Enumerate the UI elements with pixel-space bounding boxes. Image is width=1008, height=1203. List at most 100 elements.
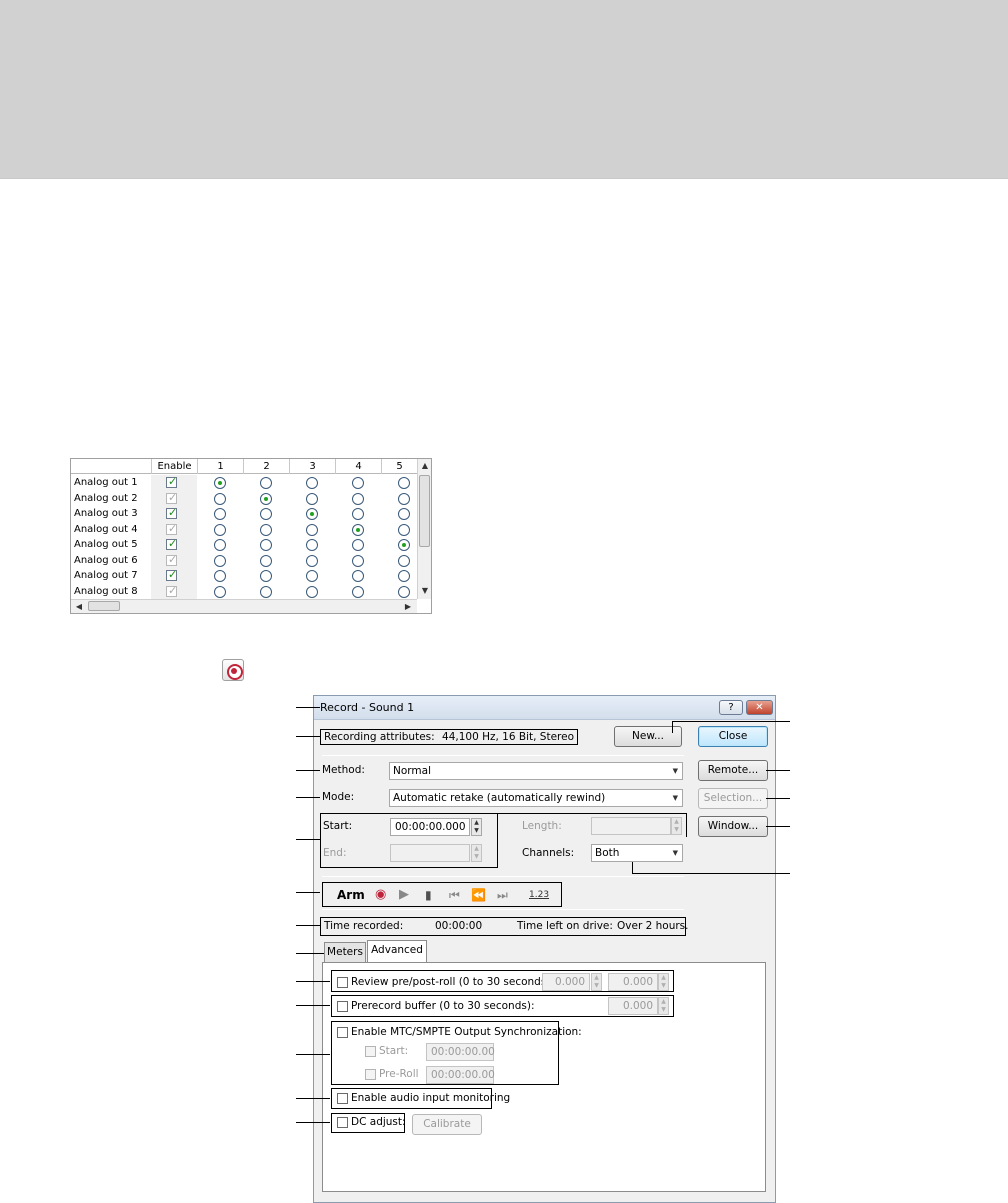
channel-radio[interactable] — [398, 554, 410, 567]
channel-radio[interactable] — [306, 570, 318, 582]
grid-horizontal-scrollbar[interactable]: ◀ ▶ — [71, 599, 417, 613]
channel-radio[interactable] — [306, 585, 318, 598]
channel-radio[interactable] — [260, 477, 272, 489]
window-button[interactable]: Window... — [698, 816, 768, 837]
channel-radio[interactable] — [214, 477, 226, 489]
enable-checkbox[interactable] — [166, 506, 177, 519]
channel-radio[interactable] — [398, 492, 410, 505]
record-button-icon[interactable]: ◉ — [375, 887, 386, 903]
scroll-up-icon[interactable]: ▲ — [418, 459, 431, 473]
channel-radio[interactable] — [398, 477, 410, 489]
prerecord-spinner[interactable]: ▲ ▼ — [658, 997, 669, 1015]
prerecord-checkbox[interactable] — [337, 1001, 348, 1012]
channel-radio[interactable] — [260, 554, 272, 567]
selection-button[interactable]: Selection... — [698, 788, 768, 809]
channel-radio[interactable] — [306, 554, 318, 567]
end-spinner[interactable]: ▲ ▼ — [471, 844, 482, 862]
review-post-spinner[interactable]: ▲ ▼ — [658, 973, 669, 991]
record-icon[interactable] — [222, 659, 244, 681]
start-spinner[interactable]: ▲ ▼ — [471, 818, 482, 836]
enable-checkbox[interactable] — [166, 568, 177, 581]
channel-radio[interactable] — [306, 523, 318, 536]
method-dropdown[interactable]: Normal ▼ — [389, 762, 683, 780]
vertical-scroll-thumb[interactable] — [419, 475, 430, 547]
channel-radio[interactable] — [398, 508, 410, 520]
start-time-input[interactable]: 00:00:00.000 — [390, 818, 470, 836]
channel-radio[interactable] — [260, 570, 272, 582]
horizontal-scroll-thumb[interactable] — [88, 601, 120, 611]
channel-radio[interactable] — [398, 523, 410, 536]
time-format-button[interactable]: 1.23 — [529, 887, 549, 903]
enable-checkbox[interactable] — [166, 584, 177, 597]
go-to-start-icon[interactable]: ⏮ — [449, 887, 460, 903]
rewind-icon[interactable]: ⏪ — [471, 887, 486, 903]
channel-radio[interactable] — [214, 570, 226, 582]
go-to-end-icon[interactable]: ⏭ — [497, 887, 508, 903]
enable-checkbox[interactable] — [166, 522, 177, 535]
tab-meters[interactable]: Meters — [324, 942, 366, 962]
channels-dropdown[interactable]: Both ▼ — [591, 844, 683, 862]
mtc-checkbox[interactable] — [337, 1027, 348, 1038]
mtc-preroll-input[interactable]: 00:00:00.00 — [426, 1066, 495, 1084]
channel-radio[interactable] — [352, 570, 364, 582]
enable-checkbox[interactable] — [166, 537, 177, 550]
mtc-preroll-checkbox[interactable] — [365, 1069, 376, 1080]
mtc-start-checkbox[interactable] — [365, 1046, 376, 1057]
enable-checkbox[interactable] — [166, 553, 177, 566]
scroll-left-icon[interactable]: ◀ — [72, 600, 86, 613]
channel-radio[interactable] — [398, 539, 410, 551]
grid-vertical-scrollbar[interactable]: ▲ ▼ — [417, 459, 431, 599]
mtc-start-input[interactable]: 00:00:00.00 — [426, 1043, 495, 1061]
calibrate-button[interactable]: Calibrate — [412, 1114, 482, 1135]
channel-radio[interactable] — [306, 477, 318, 489]
length-spinner[interactable]: ▲ ▼ — [671, 817, 682, 835]
scroll-down-icon[interactable]: ▼ — [418, 584, 431, 598]
dc-adjust-checkbox[interactable] — [337, 1117, 348, 1128]
end-time-input[interactable] — [390, 844, 470, 862]
channel-radio[interactable] — [214, 523, 226, 536]
channel-radio[interactable] — [260, 585, 272, 598]
channel-radio[interactable] — [306, 508, 318, 520]
callout-line — [296, 1098, 330, 1099]
help-button[interactable]: ? — [719, 700, 743, 715]
channel-radio[interactable] — [260, 523, 272, 536]
enable-checkbox[interactable] — [166, 491, 177, 504]
marker-icon[interactable]: ▮ — [425, 887, 432, 903]
channel-radio[interactable] — [214, 492, 226, 505]
length-input[interactable] — [591, 817, 671, 835]
channel-radio[interactable] — [214, 554, 226, 567]
channel-radio[interactable] — [398, 570, 410, 582]
play-icon[interactable]: ▶ — [399, 887, 409, 903]
mode-dropdown[interactable]: Automatic retake (automatically rewind) … — [389, 789, 683, 807]
arm-button[interactable]: Arm — [337, 887, 365, 903]
review-pre-spinner[interactable]: ▲ ▼ — [591, 973, 602, 991]
channel-radio[interactable] — [214, 539, 226, 551]
channel-radio[interactable] — [352, 554, 364, 567]
close-button[interactable]: Close — [698, 726, 768, 747]
callout-line — [672, 721, 673, 733]
channel-radio[interactable] — [352, 585, 364, 598]
channel-radio[interactable] — [352, 492, 364, 505]
channel-radio[interactable] — [352, 508, 364, 520]
remote-button[interactable]: Remote... — [698, 760, 768, 781]
title-close-button[interactable]: ✕ — [746, 700, 773, 715]
review-pre-input[interactable]: 0.000 — [542, 973, 590, 991]
review-post-input[interactable]: 0.000 — [608, 973, 658, 991]
channel-radio[interactable] — [352, 523, 364, 536]
monitoring-checkbox[interactable] — [337, 1093, 348, 1104]
scroll-right-icon[interactable]: ▶ — [401, 600, 415, 613]
prerecord-input[interactable]: 0.000 — [608, 997, 658, 1015]
channel-radio[interactable] — [214, 585, 226, 598]
channel-radio[interactable] — [306, 492, 318, 505]
tab-advanced[interactable]: Advanced — [367, 940, 427, 962]
channel-radio[interactable] — [260, 539, 272, 551]
channel-radio[interactable] — [352, 477, 364, 489]
channel-radio[interactable] — [214, 508, 226, 520]
channel-radio[interactable] — [306, 539, 318, 551]
review-checkbox[interactable] — [337, 977, 348, 988]
channel-radio[interactable] — [398, 585, 410, 598]
channel-radio[interactable] — [352, 539, 364, 551]
channel-radio[interactable] — [260, 508, 272, 520]
enable-checkbox[interactable] — [166, 475, 177, 488]
channel-radio[interactable] — [260, 492, 272, 505]
